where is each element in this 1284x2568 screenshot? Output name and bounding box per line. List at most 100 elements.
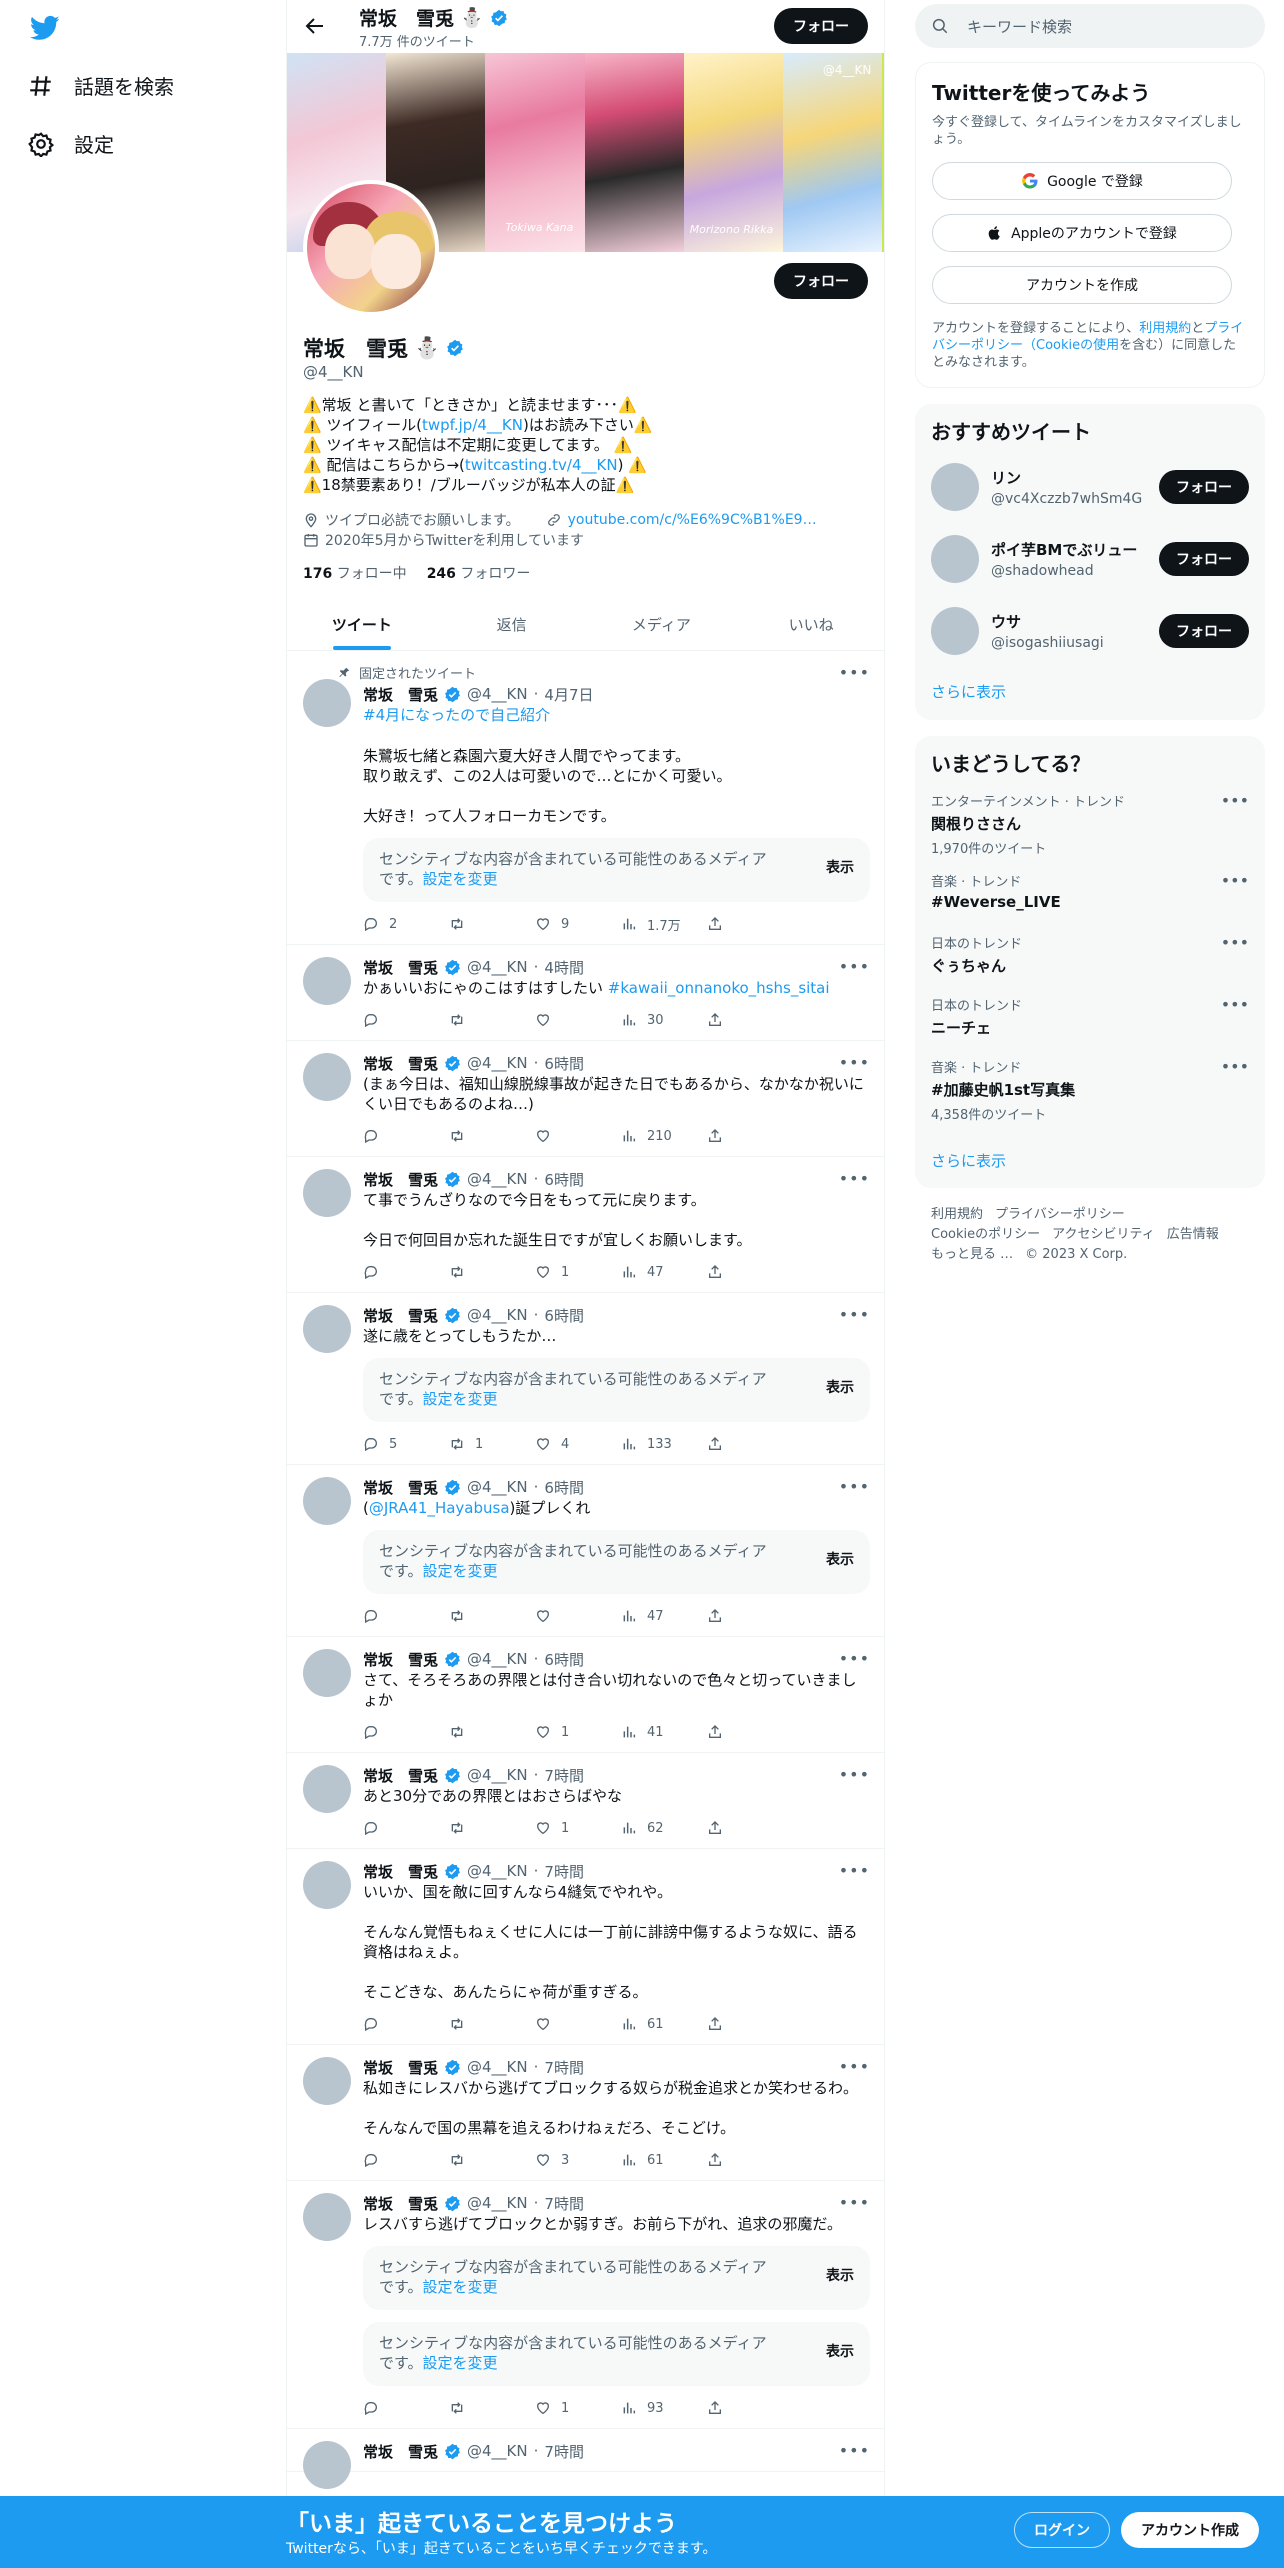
like-button[interactable] [535,1608,621,1624]
show-media-button[interactable]: 表示 [826,2342,854,2362]
tweet-timestamp[interactable]: 7時間 [544,2441,584,2462]
sensitive-media-warning[interactable]: センシティブな内容が含まれている可能性のあるメディアです。設定を変更 表示 [363,1530,870,1594]
like-button[interactable]: 1 [535,2400,621,2416]
retweet-button[interactable] [449,1724,535,1740]
trend-item[interactable]: 音楽 · トレンド #加藤史帆1st写真集 4,358件のツイート ••• [915,1057,1265,1137]
bio-link[interactable]: twitcasting.tv/4__KN [465,456,618,474]
search-input[interactable]: キーワード検索 [967,16,1072,37]
nav-settings[interactable]: 設定 [28,129,114,158]
share-button[interactable] [707,916,793,932]
trend-more-icon[interactable]: ••• [1221,1057,1249,1076]
more-options-icon[interactable]: ••• [839,1765,870,1784]
retweet-button[interactable] [449,2016,535,2032]
search-box[interactable]: キーワード検索 [915,4,1265,48]
trend-item[interactable]: 日本のトレンド ニーチェ ••• [915,995,1265,1057]
reply-button[interactable]: 2 [363,916,449,932]
like-button[interactable]: 3 [535,2152,621,2168]
sensitive-media-warning[interactable]: センシティブな内容が含まれている可能性のあるメディアです。設定を変更 表示 [363,2322,870,2386]
more-options-icon[interactable]: ••• [839,2057,870,2076]
more-options-icon[interactable]: ••• [839,2193,870,2212]
more-options-icon[interactable]: ••• [839,2441,870,2460]
recommended-avatar[interactable] [931,535,979,583]
like-button[interactable]: 1 [535,1724,621,1740]
footer-link[interactable]: 利用規約 [931,1207,983,1222]
nav-explore[interactable]: 話題を検索 [28,71,174,100]
tweet-author-name[interactable]: 常坂 雪兎 [363,684,438,705]
tweet-author-name[interactable]: 常坂 雪兎 [363,957,438,978]
like-button[interactable] [535,2016,621,2032]
recommended-user[interactable]: リン @vc4Xczzb7whSm4G フォロー [915,451,1265,523]
views-button[interactable]: 1.7万 [621,915,707,934]
retweet-button[interactable] [449,2400,535,2416]
change-settings-link[interactable]: 設定を変更 [423,870,498,888]
tweet-avatar[interactable] [303,2441,351,2489]
reply-button[interactable] [363,1608,449,1624]
change-settings-link[interactable]: 設定を変更 [423,1562,498,1580]
more-options-icon[interactable]: ••• [839,1053,870,1072]
recommended-follow-button[interactable]: フォロー [1159,542,1249,576]
tweet[interactable]: 常坂 雪兎 @4__KN · 6時間 ••• さて、そろそろあの界隈とは付き合い切れないの… [287,1637,884,1753]
tweet-author-name[interactable]: 常坂 雪兎 [363,2441,438,2462]
tweet-avatar[interactable] [303,2193,351,2241]
tweet-avatar[interactable] [303,1169,351,1217]
header-follow-button[interactable]: フォロー [774,8,868,44]
tweet[interactable]: 固定されたツイート 常坂 雪兎 @4__KN · 4月7日 ••• #4月になったので自己紹… [287,651,884,945]
share-button[interactable] [707,1264,793,1280]
more-options-icon[interactable]: ••• [839,1861,870,1880]
retweet-button[interactable]: 1 [449,1436,535,1452]
tweet[interactable]: 常坂 雪兎 @4__KN · 7時間 ••• いいか、国を敵に回すんなら4縫気でやれや。 … [287,1849,884,2045]
back-arrow-icon[interactable] [303,14,327,38]
show-media-button[interactable]: 表示 [826,858,854,878]
tweet-author-name[interactable]: 常坂 雪兎 [363,1305,438,1326]
reply-button[interactable] [363,1820,449,1836]
reply-button[interactable] [363,1012,449,1028]
change-settings-link[interactable]: 設定を変更 [423,2354,498,2372]
recommended-avatar[interactable] [931,607,979,655]
tweet[interactable]: 常坂 雪兎 @4__KN · 6時間 ••• (@JRA41_Hayabusa)誕プレくれ… [287,1465,884,1637]
like-button[interactable] [535,1012,621,1028]
reply-button[interactable] [363,1724,449,1740]
following-link[interactable]: 176 フォロー中 [303,563,407,583]
tweet-avatar[interactable] [303,1861,351,1909]
retweet-button[interactable] [449,916,535,932]
tab-media[interactable]: メディア [587,598,737,650]
more-options-icon[interactable]: ••• [839,1169,870,1188]
tweet[interactable]: 常坂 雪兎 @4__KN · 6時間 ••• (まぁ今日は、福知山線脱線事故が起きた日でも… [287,1041,884,1157]
recommended-follow-button[interactable]: フォロー [1159,470,1249,504]
recommended-user[interactable]: ポイ芋BMでぶリュー @shadowhead フォロー [915,523,1265,595]
views-button[interactable]: 30 [621,1012,707,1028]
twitter-bird-icon[interactable] [28,13,62,43]
tweet-avatar[interactable] [303,679,351,727]
views-button[interactable]: 47 [621,1264,707,1280]
tweet-timestamp[interactable]: 7時間 [544,2057,584,2078]
tweet-avatar[interactable] [303,1765,351,1813]
tweet-timestamp[interactable]: 7時間 [544,1765,584,1786]
bio-link[interactable]: twpf.jp/4__KN [422,416,523,434]
profile-follow-button[interactable]: フォロー [774,263,868,299]
followers-link[interactable]: 246 フォロワー [427,563,531,583]
trend-item[interactable]: 日本のトレンド ぐぅちゃん ••• [915,933,1265,995]
trend-item[interactable]: 音楽 · トレンド #Weverse_LIVE ••• [915,871,1265,933]
tweet[interactable]: 常坂 雪兎 @4__KN · 7時間 ••• レスバすら逃げてブロックとか弱すぎ。お前ら下… [287,2181,884,2429]
tweet-timestamp[interactable]: 6時間 [544,1649,584,1670]
tweet-avatar[interactable] [303,1053,351,1101]
reply-button[interactable] [363,1128,449,1144]
trend-more-icon[interactable]: ••• [1221,995,1249,1014]
footer-link[interactable]: プライバシーポリシー [995,1207,1125,1222]
apple-signup-button[interactable]: Appleのアカウントで登録 [932,214,1232,252]
change-settings-link[interactable]: 設定を変更 [423,1390,498,1408]
views-button[interactable]: 133 [621,1436,707,1452]
tweet-avatar[interactable] [303,957,351,1005]
tweet-author-name[interactable]: 常坂 雪兎 [363,1649,438,1670]
more-options-icon[interactable]: ••• [839,1305,870,1324]
tweet[interactable]: 常坂 雪兎 @4__KN · 7時間 ••• 私如きにレスバから逃げてブロックする奴らが税… [287,2045,884,2181]
footer-link[interactable]: © 2023 X Corp. [1025,1247,1127,1262]
signup-button[interactable]: アカウント作成 [1121,2512,1259,2548]
reply-button[interactable] [363,2400,449,2416]
like-button[interactable]: 1 [535,1820,621,1836]
recommended-avatar[interactable] [931,463,979,511]
share-button[interactable] [707,2152,793,2168]
retweet-button[interactable] [449,1608,535,1624]
profile-url-link[interactable]: youtube.com/c/%E6%9C%B1%E9… [568,512,817,528]
sensitive-media-warning[interactable]: センシティブな内容が含まれている可能性のあるメディアです。設定を変更 表示 [363,838,870,902]
